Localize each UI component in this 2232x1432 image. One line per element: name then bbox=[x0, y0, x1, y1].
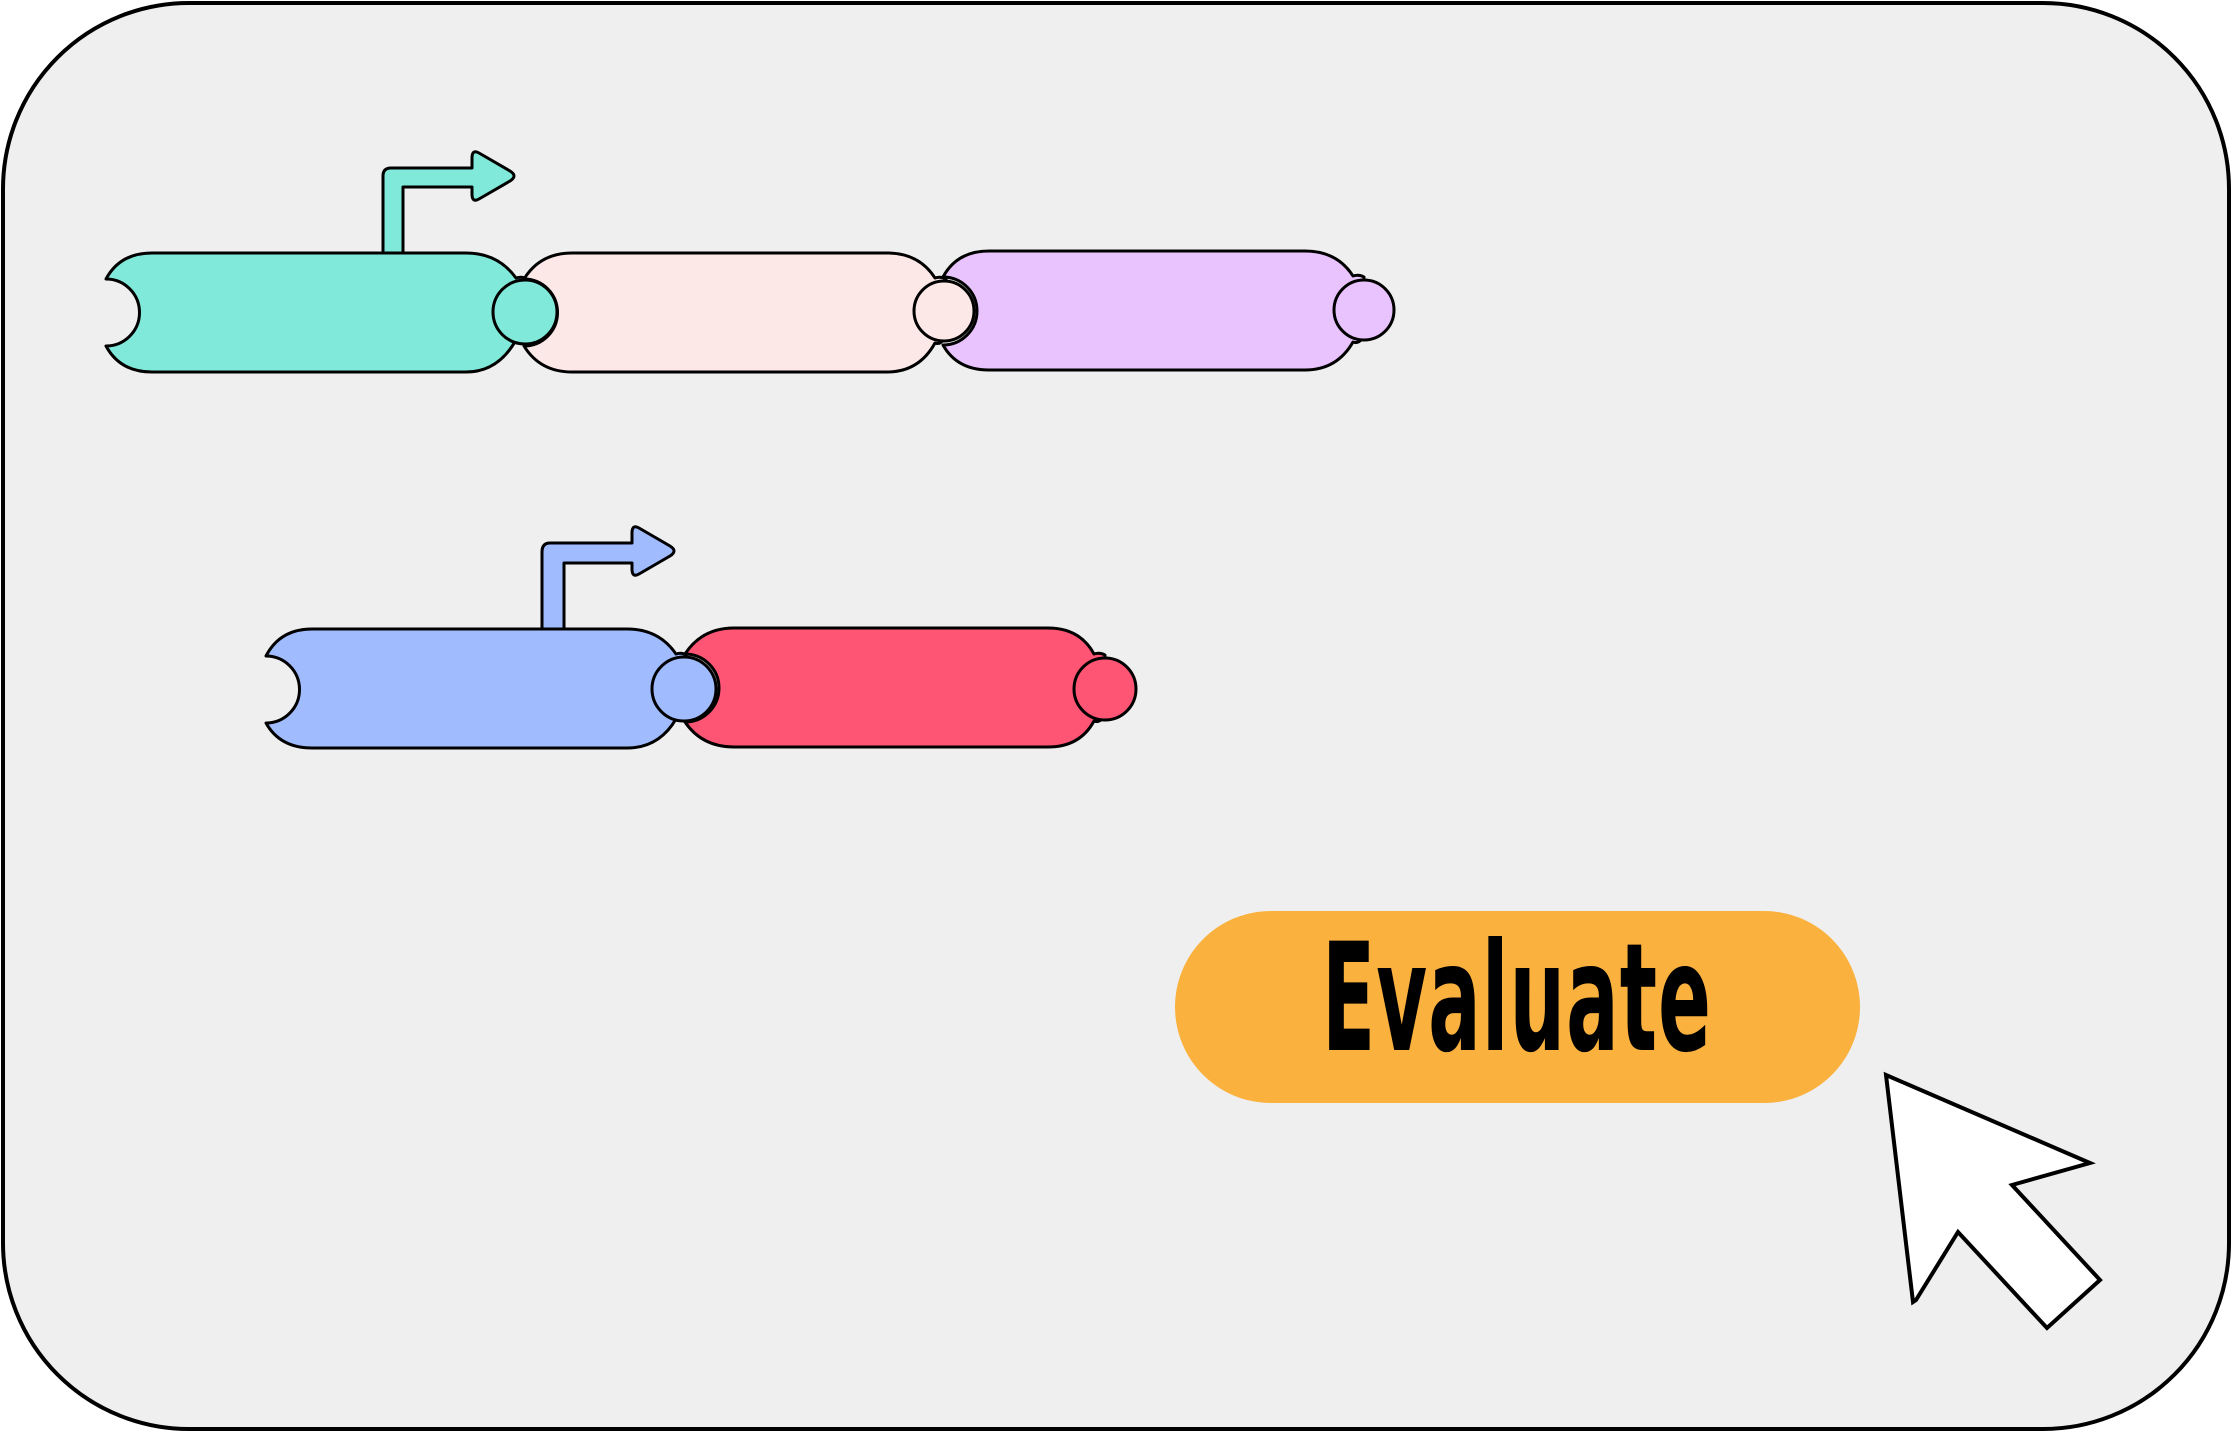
dna-part-block[interactable] bbox=[522, 251, 948, 374]
evaluate-button[interactable]: Evaluate bbox=[1175, 911, 1860, 1103]
dna-part-connector bbox=[1072, 656, 1138, 722]
dna-part-block[interactable] bbox=[104, 251, 529, 374]
dna-part-connector bbox=[650, 655, 718, 723]
dna-part-block[interactable] bbox=[264, 627, 688, 750]
dna-part-connector bbox=[1332, 278, 1396, 342]
canvas-svg: Evaluate bbox=[1, 1, 2231, 1431]
evaluate-button-label[interactable]: Evaluate bbox=[1322, 912, 1712, 1086]
dna-part-block[interactable] bbox=[941, 249, 1366, 372]
dna-part-connector bbox=[912, 279, 976, 343]
dna-part-block[interactable] bbox=[683, 626, 1107, 749]
design-canvas: Evaluate bbox=[0, 0, 2232, 1432]
